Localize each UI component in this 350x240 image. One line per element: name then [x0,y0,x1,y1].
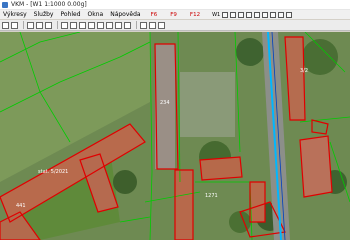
snap-icon[interactable] [140,21,147,29]
map-label-parcel-4: 441 [16,203,26,209]
map-label-parcel-2: 1271 [205,193,218,199]
menu-pohled[interactable]: Pohled [57,11,84,18]
refresh-icon[interactable] [286,11,293,18]
text-icon[interactable] [115,21,122,29]
building-roof [175,170,193,240]
courtyard-area [180,72,235,137]
app-icon [2,1,8,8]
toolbar-separator [136,21,137,29]
measure-icon[interactable] [79,21,86,29]
tree [236,38,264,66]
help-icon[interactable] [158,21,165,29]
map-label-parcel-bottom: stat. 5/2021 [38,169,68,175]
map-canvas[interactable]: stat. 5/2021 234 1271 3/2 441 [0,32,350,240]
zoom-out-icon[interactable] [254,11,261,18]
pan-icon[interactable] [278,11,285,18]
select-icon[interactable] [61,21,68,29]
cascade-icon[interactable] [238,11,245,18]
toolbar [0,20,350,31]
toolbar-separator [23,21,24,29]
menu-napoveda[interactable]: Nápověda [107,11,144,18]
open-icon[interactable] [2,21,9,29]
building-roof [250,182,265,222]
map-label-parcel-3: 3/2 [300,68,308,74]
draw-line-icon[interactable] [97,21,104,29]
tree [113,170,137,194]
fkey-f12[interactable]: F12 [184,12,207,18]
zoom-all-icon[interactable] [270,11,277,18]
menu-icon-group: W1 [212,11,294,18]
grid-icon[interactable] [230,11,237,18]
save-icon[interactable] [11,21,18,29]
map-label-parcel-1: 234 [160,100,170,106]
building-roof [155,44,175,169]
draw-polygon-icon[interactable] [106,21,113,29]
menu-bar: Výkresy Služby Pohled Okna Nápověda F6 F… [0,10,350,19]
info-icon[interactable] [70,21,77,29]
paste-icon[interactable] [45,21,52,29]
zoom-in-icon[interactable] [246,11,253,18]
building-roof [300,136,332,197]
delete-icon[interactable] [124,21,131,29]
settings-icon[interactable] [149,21,156,29]
menu-vykresy[interactable]: Výkresy [0,11,31,18]
layer-icon[interactable] [88,21,95,29]
copy-icon[interactable] [36,21,43,29]
toolbar-separator [57,21,58,29]
menu-okna[interactable]: Okna [85,11,108,18]
fkey-f6[interactable]: F6 [145,12,165,18]
print-icon[interactable] [27,21,34,29]
scale-label: W1 [212,11,221,18]
window-icon[interactable] [222,11,229,18]
title-bar: VKM - [W1 1:1000 0.00g] [0,0,350,10]
fkey-f9[interactable]: F9 [164,12,184,18]
window-title: VKM - [W1 1:1000 0.00g] [11,1,87,8]
building-roof [200,157,242,180]
menu-sluzby[interactable]: Služby [31,11,58,18]
zoom-window-icon[interactable] [262,11,269,18]
